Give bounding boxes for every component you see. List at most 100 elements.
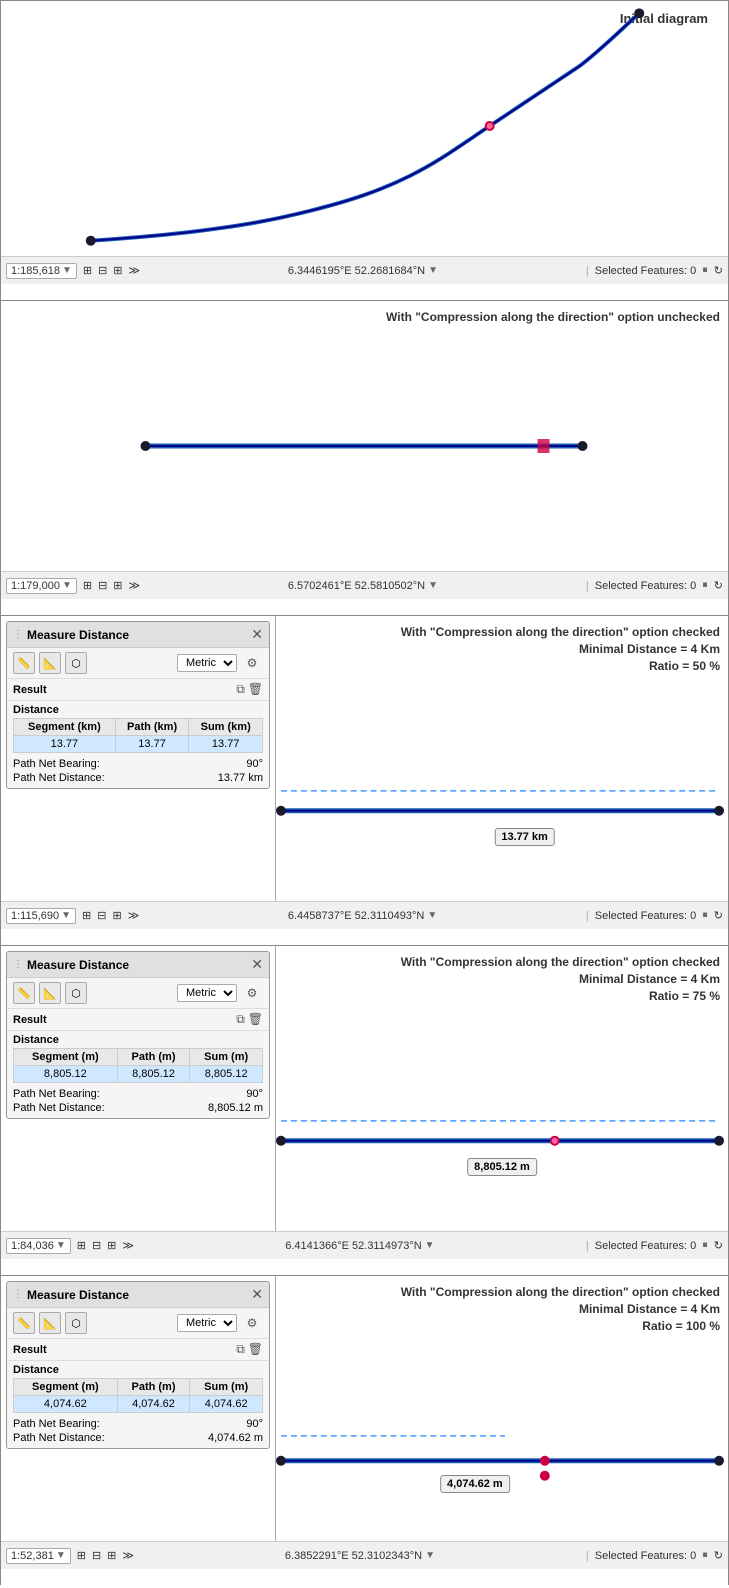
result-btns-4: ⧉ 🗑: [236, 1012, 263, 1027]
pause-icon-3[interactable]: ⏸: [702, 909, 708, 922]
coords-3: 6.4458737°E 52.3110493°N ▼: [145, 910, 580, 922]
dist-bubble-5: 4,074.62 m: [440, 1475, 510, 1493]
coords-arrow-1: ▼: [428, 265, 438, 276]
scale-arrow-4: ▼: [56, 1240, 66, 1251]
tool-btn-5-2[interactable]: 📐: [39, 1312, 61, 1334]
panel-5: ⋮ Measure Distance ✕ 📏 📐 ⬡ Metric ⚙ Resu…: [0, 1275, 729, 1585]
dialog-inner-3: ⋮ Measure Distance ✕ 📏 📐 ⬡ Metric ⚙ Resu…: [6, 621, 270, 789]
net-bearing-label-3: Path Net Bearing:: [13, 758, 100, 770]
nav-icon-4-3: ⊞: [107, 1239, 116, 1252]
drag-handle-5: ⋮: [13, 1289, 23, 1300]
scale-arrow-3: ▼: [61, 910, 71, 921]
tool-btn-4-2[interactable]: 📐: [39, 982, 61, 1004]
result-label-3: Result: [13, 684, 47, 696]
unit-select-4[interactable]: Metric: [177, 984, 237, 1002]
coords-4: 6.4141366°E 52.3114973°N ▼: [140, 1240, 580, 1252]
delete-btn-5[interactable]: 🗑: [248, 1342, 263, 1357]
net-bearing-label-5: Path Net Bearing:: [13, 1418, 100, 1430]
tool-btn-3-2[interactable]: 📐: [39, 652, 61, 674]
net-bearing-row-4: Path Net Bearing: 90°: [13, 1087, 263, 1101]
dialog-title-5: Measure Distance: [27, 1288, 251, 1302]
scale-box-4[interactable]: 1:84,036 ▼: [6, 1238, 71, 1254]
nav-icon-5-2: ⊟: [92, 1549, 101, 1562]
panel-2: With "Compression along the direction" o…: [0, 300, 729, 615]
gear-btn-3[interactable]: ⚙: [241, 652, 263, 674]
dialog-header-5: ⋮ Measure Distance ✕: [7, 1282, 269, 1308]
tool-btn-4-3[interactable]: ⬡: [65, 982, 87, 1004]
scale-value-2: 1:179,000: [11, 580, 60, 592]
close-btn-3[interactable]: ✕: [251, 626, 263, 643]
pause-icon-4[interactable]: ⏸: [702, 1239, 708, 1252]
refresh-icon-2[interactable]: ↻: [714, 579, 723, 592]
selected-features-2: Selected Features: 0: [595, 580, 697, 592]
panel-4-content: ⋮ Measure Distance ✕ 📏 📐 ⬡ Metric ⚙ Resu…: [1, 946, 728, 1231]
selected-features-3: Selected Features: 0: [595, 910, 697, 922]
col-sum-4: Sum (m): [190, 1049, 263, 1066]
scale-arrow-1: ▼: [62, 265, 72, 276]
selected-features-4: Selected Features: 0: [595, 1240, 697, 1252]
refresh-icon-4[interactable]: ↻: [714, 1239, 723, 1252]
unit-select-5[interactable]: Metric: [177, 1314, 237, 1332]
col-segment-5: Segment (m): [14, 1379, 118, 1396]
divider-4: |: [586, 1240, 589, 1252]
gear-btn-5[interactable]: ⚙: [241, 1312, 263, 1334]
nav-icon-3: ⊞: [113, 264, 122, 277]
distance-section-3: Distance Segment (km) Path (km) Sum (km)…: [7, 701, 269, 788]
scale-box-2[interactable]: 1:179,000 ▼: [6, 578, 77, 594]
panel-3: ⋮ Measure Distance ✕ 📏 📐 ⬡ Metric ⚙ Resu…: [0, 615, 729, 945]
refresh-icon-5[interactable]: ↻: [714, 1549, 723, 1562]
pause-icon-2[interactable]: ⏸: [702, 579, 708, 592]
coords-arrow-4: ▼: [425, 1240, 435, 1251]
net-distance-label-4: Path Net Distance:: [13, 1102, 105, 1114]
map-area-4: With "Compression along the direction" o…: [276, 946, 728, 1231]
col-path-5: Path (m): [117, 1379, 190, 1396]
dialog-inner-4: ⋮ Measure Distance ✕ 📏 📐 ⬡ Metric ⚙ Resu…: [6, 951, 270, 1119]
sum-val-3: 13.77: [189, 736, 263, 753]
delete-btn-4[interactable]: 🗑: [248, 1012, 263, 1027]
nav-icon-1: ⊞: [83, 264, 92, 277]
panel-5-content: ⋮ Measure Distance ✕ 📏 📐 ⬡ Metric ⚙ Resu…: [1, 1276, 728, 1541]
gear-btn-4[interactable]: ⚙: [241, 982, 263, 1004]
coord-text-1: 6.3446195°E 52.2681684°N: [288, 265, 425, 277]
dialog-inner-5: ⋮ Measure Distance ✕ 📏 📐 ⬡ Metric ⚙ Resu…: [6, 1281, 270, 1449]
tool-btn-3-1[interactable]: 📏: [13, 652, 35, 674]
segment-val-5: 4,074.62: [14, 1396, 118, 1413]
refresh-icon-1[interactable]: ↻: [714, 264, 723, 277]
tool-btn-5-1[interactable]: 📏: [13, 1312, 35, 1334]
toolbar-5: 📏 📐 ⬡ Metric ⚙: [7, 1308, 269, 1339]
selected-features-5: Selected Features: 0: [595, 1550, 697, 1562]
copy-btn-5[interactable]: ⧉: [236, 1342, 245, 1357]
nav-icon-3-2: ⊟: [97, 909, 106, 922]
sum-val-4: 8,805.12: [190, 1066, 263, 1083]
map-area-5: With "Compression along the direction" o…: [276, 1276, 728, 1541]
col-sum-3: Sum (km): [189, 719, 263, 736]
close-btn-5[interactable]: ✕: [251, 1286, 263, 1303]
pause-icon-1[interactable]: ⏸: [702, 264, 708, 277]
refresh-icon-3[interactable]: ↻: [714, 909, 723, 922]
divider-5: |: [586, 1550, 589, 1562]
coords-2: 6.5702461°E 52.5810502°N ▼: [146, 580, 580, 592]
dialog-title-4: Measure Distance: [27, 958, 251, 972]
net-distance-row-5: Path Net Distance: 4,074.62 m: [13, 1431, 263, 1445]
close-btn-4[interactable]: ✕: [251, 956, 263, 973]
col-sum-5: Sum (m): [190, 1379, 263, 1396]
coords-arrow-3: ▼: [427, 910, 437, 921]
pause-icon-5[interactable]: ⏸: [702, 1549, 708, 1562]
net-bearing-val-5: 90°: [246, 1418, 263, 1430]
coord-text-2: 6.5702461°E 52.5810502°N: [288, 580, 425, 592]
scale-box-5[interactable]: 1:52,381 ▼: [6, 1548, 71, 1564]
unit-select-3[interactable]: Metric: [177, 654, 237, 672]
net-bearing-val-4: 90°: [246, 1088, 263, 1100]
tool-btn-5-3[interactable]: ⬡: [65, 1312, 87, 1334]
dialog-header-3: ⋮ Measure Distance ✕: [7, 622, 269, 648]
copy-btn-3[interactable]: ⧉: [236, 682, 245, 697]
statusbar-5: 1:52,381 ▼ ⊞ ⊟ ⊞ ≫ 6.3852291°E 52.310234…: [1, 1541, 728, 1569]
copy-btn-4[interactable]: ⧉: [236, 1012, 245, 1027]
segment-val-4: 8,805.12: [14, 1066, 118, 1083]
coords-1: 6.3446195°E 52.2681684°N ▼: [146, 265, 580, 277]
tool-btn-3-3[interactable]: ⬡: [65, 652, 87, 674]
tool-btn-4-1[interactable]: 📏: [13, 982, 35, 1004]
delete-btn-3[interactable]: 🗑: [248, 682, 263, 697]
scale-box-3[interactable]: 1:115,690 ▼: [6, 908, 76, 924]
scale-box-1[interactable]: 1:185,618 ▼: [6, 263, 77, 279]
